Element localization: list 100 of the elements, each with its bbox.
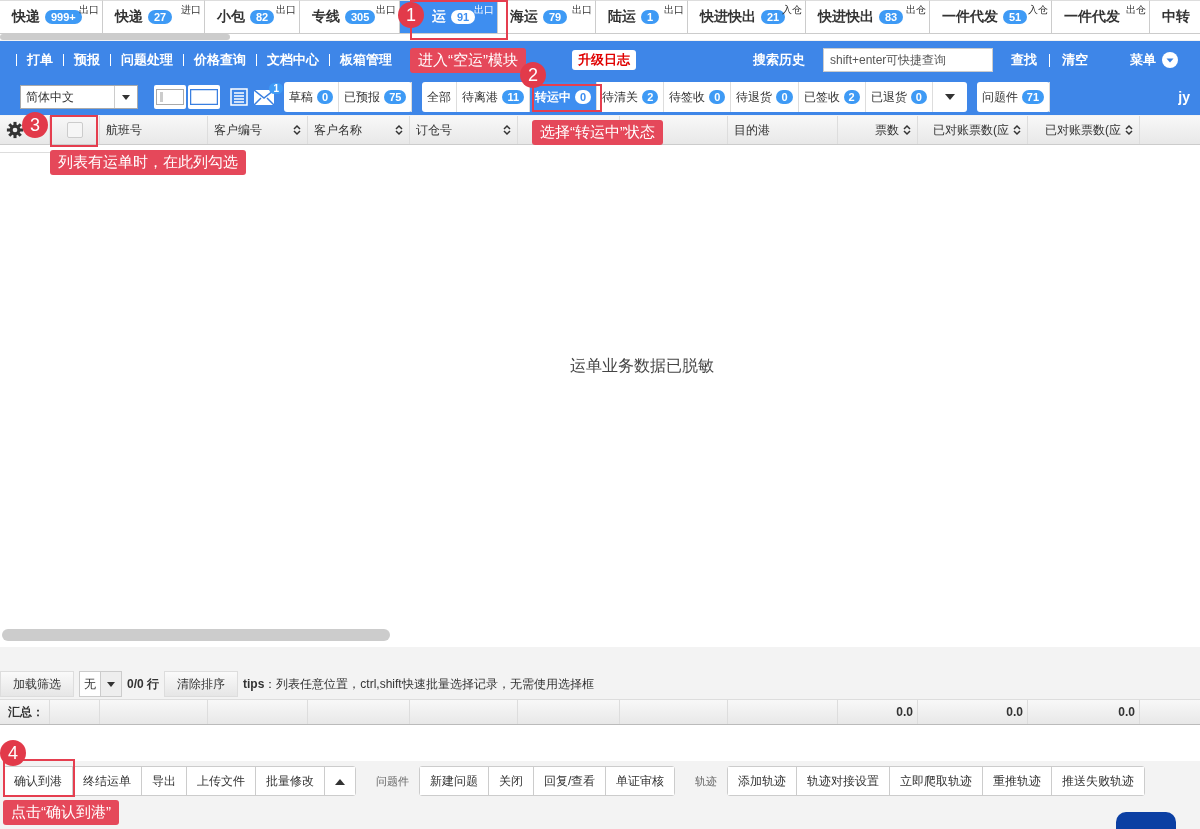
callout-label: 列表有运单时，在此列勾选 <box>50 150 246 175</box>
column-header[interactable]: 客户编号 <box>214 121 289 139</box>
clear-sort-button[interactable]: 清除排序 <box>164 671 238 697</box>
callout-label: 点击“确认到港” <box>3 800 119 825</box>
caret-icon <box>335 779 345 785</box>
tab-tag: 出口 <box>276 3 296 17</box>
tab-tag: 入仓 <box>1028 3 1048 17</box>
nav-link[interactable]: 板箱管理 <box>329 54 402 66</box>
status-filter[interactable]: 已预报 75 <box>339 82 413 112</box>
caret-icon <box>1162 52 1178 68</box>
status-filter[interactable]: 待清关 2 <box>597 82 665 112</box>
row-count: 0/0 行 <box>127 675 159 693</box>
count-badge: 79 <box>543 10 568 24</box>
load-filter-button[interactable]: 加载筛选 <box>0 671 74 697</box>
column-header[interactable]: 已对账票数(应 <box>924 121 1009 139</box>
tab-tag: 出仓 <box>1126 3 1146 17</box>
sort-icon[interactable] <box>293 124 301 136</box>
status-filter[interactable]: 问题件 71 <box>976 82 1050 112</box>
sort-icon[interactable] <box>903 124 911 136</box>
tab-tag: 出口 <box>572 3 592 17</box>
caret-icon <box>122 94 130 100</box>
status-filter[interactable]: 待签收 0 <box>664 82 732 112</box>
tab-tag: 出口 <box>79 3 99 17</box>
caret-icon <box>944 94 955 100</box>
filter-select[interactable]: 无 <box>79 671 122 697</box>
callout-label: 进入“空运”模块 <box>410 48 526 73</box>
tab-label: 快进快出 <box>700 8 756 26</box>
tab-label: 中转 <box>1162 8 1190 26</box>
column-header[interactable]: 目的港 <box>734 121 831 139</box>
action-button[interactable]: 新建问题 <box>420 767 489 795</box>
caret-icon <box>107 681 115 687</box>
search-history-link[interactable]: 搜索历史 <box>741 51 817 69</box>
tab-label: 一件代发 <box>1064 8 1120 26</box>
count-badge: 51 <box>1003 10 1028 24</box>
column-header[interactable]: 票数 <box>844 121 899 139</box>
user-name[interactable]: jy <box>1178 89 1190 105</box>
summary-total: 0.0 <box>896 705 913 719</box>
nav-link[interactable]: 价格查询 <box>183 54 256 66</box>
status-filter[interactable]: 全部 <box>422 82 458 112</box>
language-select[interactable]: 简体中文 <box>20 85 138 109</box>
tab-tag: 出仓 <box>906 3 926 17</box>
full-view-button[interactable] <box>188 85 220 109</box>
tab-tag: 出口 <box>474 3 494 17</box>
status-filter[interactable]: 已退货 0 <box>865 82 933 112</box>
column-header[interactable]: 订仓号 <box>416 121 499 139</box>
sort-icon[interactable] <box>1125 124 1133 136</box>
count-badge: 305 <box>345 10 376 24</box>
settings-icon[interactable] <box>6 121 24 139</box>
column-header[interactable]: 航班号 <box>106 121 201 139</box>
column-header[interactable]: 客户名称 <box>314 121 391 139</box>
tab-label: 陆运 <box>608 8 636 26</box>
status-filter[interactable]: 已签收 2 <box>798 82 866 112</box>
action-button[interactable]: 确认到港 <box>4 767 73 795</box>
tips-text: tips：列表任意位置，ctrl,shift快速批量选择记录，无需使用选择框 <box>243 675 594 693</box>
count-badge: 82 <box>250 10 275 24</box>
tab-label: 运 <box>432 8 446 26</box>
tab-tag: 出口 <box>376 3 396 17</box>
clear-link[interactable]: 清空 <box>1050 51 1100 69</box>
nav-link[interactable]: 打单 <box>16 54 63 66</box>
count-badge: 1 <box>641 10 660 24</box>
count-badge: 27 <box>148 10 173 24</box>
select-all-checkbox[interactable] <box>66 122 83 138</box>
tab-tag: 进口 <box>181 3 201 17</box>
nav-link[interactable]: 预报 <box>63 54 110 66</box>
scrollbar-thumb[interactable] <box>2 629 390 641</box>
sort-icon[interactable] <box>1013 124 1021 136</box>
tab-tag: 出口 <box>664 3 684 17</box>
sort-icon[interactable] <box>503 124 511 136</box>
tab-label: 一件代发 <box>942 8 998 26</box>
column-header[interactable]: 已对账票数(应 <box>1034 121 1121 139</box>
summary-total: 0.0 <box>1006 705 1023 719</box>
tab-label: 快递 <box>115 8 143 26</box>
group-label: 问题件 <box>376 773 409 789</box>
tab-label: 海运 <box>510 8 538 26</box>
notification-badge: 1 <box>269 82 283 94</box>
tab-label: 快进快出 <box>818 8 874 26</box>
tab-label: 快递 <box>12 8 40 26</box>
list-icon[interactable] <box>230 88 248 106</box>
callout-label: 选择“转运中”状态 <box>532 120 663 145</box>
highlight-frame <box>50 115 98 147</box>
count-badge: 83 <box>879 10 904 24</box>
find-link[interactable]: 查找 <box>999 51 1049 69</box>
nav-link[interactable]: 问题处理 <box>110 54 183 66</box>
search-field[interactable]: shift+enter可快捷查询 <box>823 48 993 72</box>
mail-icon[interactable] <box>254 89 274 105</box>
nav-link[interactable]: 文档中心 <box>256 54 329 66</box>
tab-label: 专线 <box>312 8 340 26</box>
sort-icon[interactable] <box>395 124 403 136</box>
highlight-frame <box>532 84 602 112</box>
status-filter[interactable]: 待退货 0 <box>731 82 799 112</box>
upgrade-log-link[interactable]: 升级日志 <box>572 50 636 70</box>
menu-button[interactable]: 菜单 <box>1118 51 1190 69</box>
empty-message: 运单业务数据已脱敏 <box>570 356 714 376</box>
status-filter[interactable]: 草稿 0 <box>284 82 340 112</box>
summary-label: 汇总： <box>8 703 44 721</box>
group-label: 轨迹 <box>695 773 718 789</box>
tab-label: 小包 <box>217 8 245 26</box>
action-button[interactable]: 添加轨迹 <box>728 767 798 795</box>
summary-total: 0.0 <box>1118 705 1135 719</box>
scrollbar-thumb[interactable] <box>0 34 230 40</box>
